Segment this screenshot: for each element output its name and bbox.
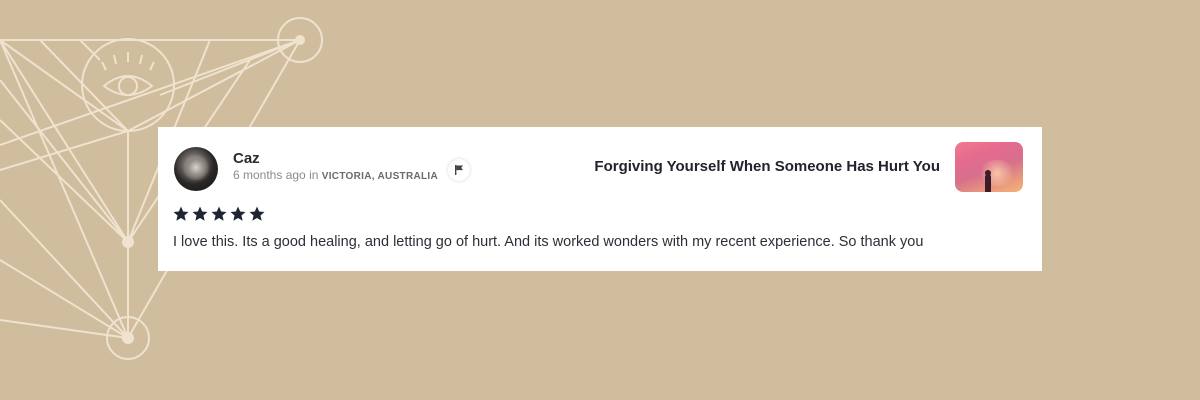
star-icon bbox=[173, 206, 189, 221]
avatar[interactable] bbox=[174, 147, 218, 191]
review-meta: 6 months ago in VICTORIA, AUSTRALIA bbox=[233, 168, 438, 182]
star-rating bbox=[172, 205, 266, 223]
star-icon bbox=[249, 206, 265, 221]
meditation-thumbnail[interactable] bbox=[955, 142, 1023, 192]
star-icon bbox=[230, 206, 246, 221]
review-card: Caz 6 months ago in VICTORIA, AUSTRALIA … bbox=[158, 127, 1042, 271]
reviewer-location: VICTORIA, AUSTRALIA bbox=[321, 171, 439, 182]
star-icon bbox=[211, 206, 227, 221]
meta-in-word: in bbox=[309, 168, 319, 182]
flag-icon bbox=[455, 165, 463, 175]
meditation-title[interactable]: Forgiving Yourself When Someone Has Hurt… bbox=[594, 158, 940, 175]
report-button[interactable] bbox=[448, 159, 470, 181]
review-time: 6 months ago bbox=[233, 168, 306, 182]
reviewer-name[interactable]: Caz bbox=[233, 150, 260, 167]
star-icon bbox=[192, 206, 208, 221]
review-text: I love this. Its a good healing, and let… bbox=[173, 234, 924, 250]
